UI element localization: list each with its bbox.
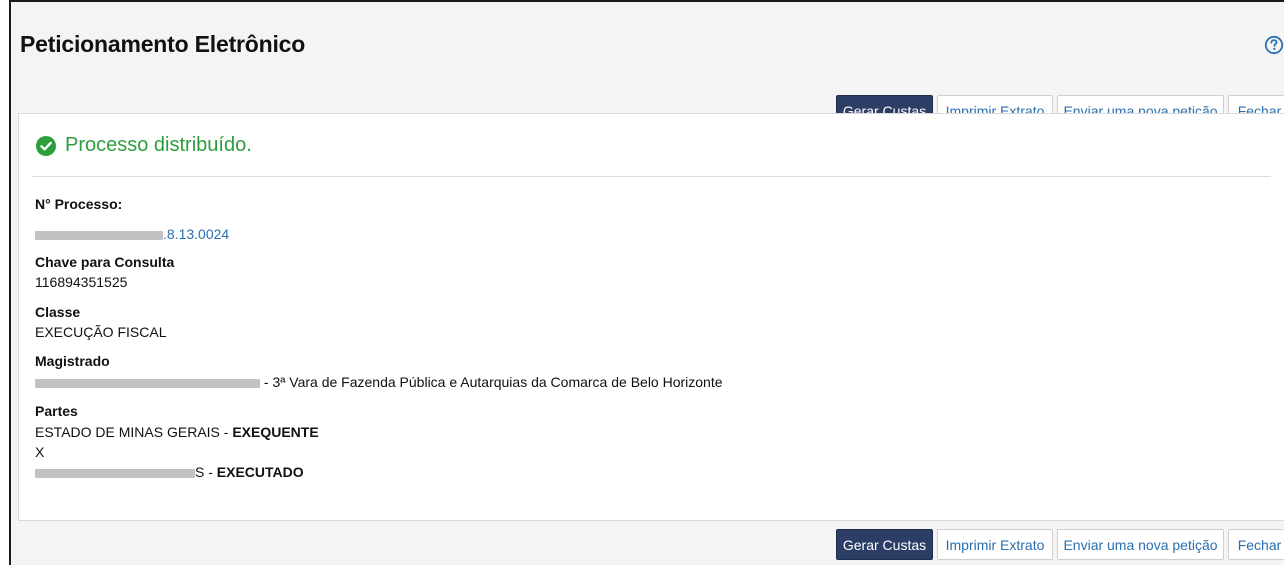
magistrado-value: - 3ª Vara de Fazenda Pública e Autarquia…: [35, 374, 723, 390]
check-circle-icon: [36, 135, 56, 156]
numero-processo-link[interactable]: .8.13.0024: [35, 226, 229, 242]
chave-consulta-value: 116894351525: [35, 274, 128, 290]
numero-processo-label: N° Processo:: [35, 196, 123, 212]
classe-value: EXECUÇÃO FISCAL: [35, 324, 167, 340]
status-message: Processo distribuído.: [36, 134, 252, 157]
bottom-toolbar: Gerar Custas Imprimir Extrato Enviar uma…: [836, 529, 1284, 560]
page-title: Peticionamento Eletrônico: [20, 31, 306, 57]
parte-executado: S - EXECUTADO: [35, 464, 304, 480]
redacted-block: [35, 230, 163, 240]
parte-executado-prefix: S -: [195, 464, 217, 480]
magistrado-vara: - 3ª Vara de Fazenda Pública e Autarquia…: [260, 374, 723, 390]
gerar-custas-button[interactable]: Gerar Custas: [836, 529, 933, 560]
status-text: Processo distribuído.: [65, 134, 252, 156]
versus-separator: X: [35, 444, 45, 460]
magistrado-label: Magistrado: [35, 353, 110, 369]
result-panel: Processo distribuído. N° Processo: .8.13…: [18, 113, 1284, 521]
parte-exequente-role: EXEQUENTE: [232, 424, 319, 440]
divider: [32, 176, 1271, 177]
redacted-block: [35, 468, 195, 478]
numero-processo-value[interactable]: .8.13.0024: [35, 226, 229, 242]
fechar-button[interactable]: Fechar: [1228, 529, 1284, 560]
parte-executado-role: EXECUTADO: [216, 464, 304, 480]
numero-processo-suffix[interactable]: .8.13.0024: [163, 226, 229, 242]
parte-exequente: ESTADO DE MINAS GERAIS - EXEQUENTE: [35, 424, 319, 440]
imprimir-extrato-button[interactable]: Imprimir Extrato: [937, 529, 1053, 560]
partes-label: Partes: [35, 403, 78, 419]
parte-exequente-name: ESTADO DE MINAS GERAIS -: [35, 424, 233, 440]
help-icon[interactable]: [1264, 35, 1284, 55]
enviar-nova-peticao-button[interactable]: Enviar uma nova petição: [1057, 529, 1224, 560]
redacted-block: [35, 378, 260, 388]
classe-label: Classe: [35, 304, 81, 320]
chave-consulta-label: Chave para Consulta: [35, 254, 175, 270]
